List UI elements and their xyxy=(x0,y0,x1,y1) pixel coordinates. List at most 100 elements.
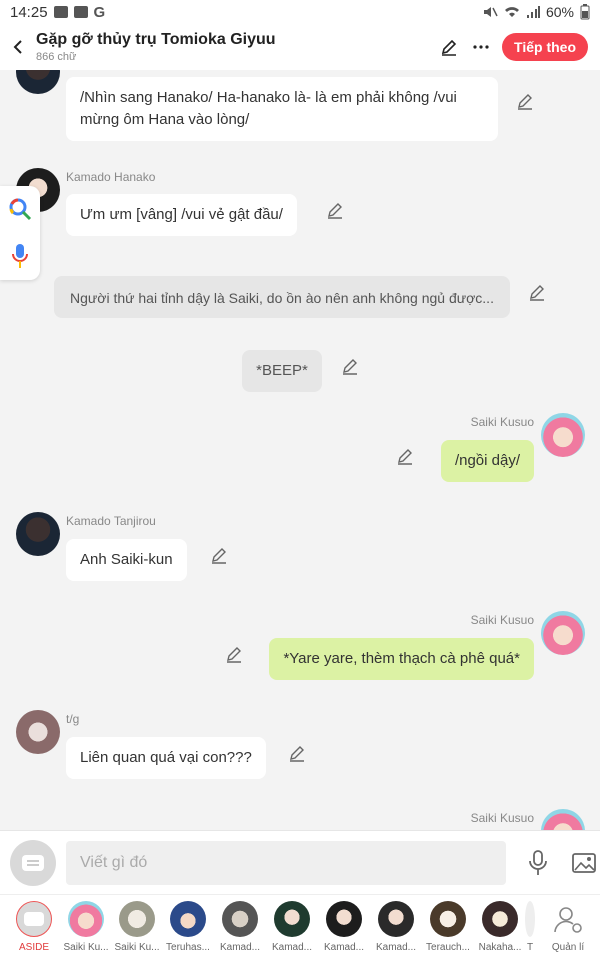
image-button[interactable] xyxy=(570,849,598,877)
avatar-tanjirou[interactable] xyxy=(16,512,60,556)
edit-icon[interactable] xyxy=(341,357,359,375)
message-text: *Yare yare, thèm thạch cà phê quá* xyxy=(283,650,520,667)
character-item[interactable]: Kamad... xyxy=(266,901,318,953)
character-avatar xyxy=(430,901,466,937)
message-bubble[interactable]: Liên quan quá vại con??? xyxy=(66,737,266,779)
word-count: 866 chữ xyxy=(36,51,77,63)
character-avatar xyxy=(525,901,535,937)
character-name: Terauch... xyxy=(426,942,470,953)
chat-area[interactable]: /Nhìn sang Hanako/ Ha-hanako là- là em p… xyxy=(0,70,600,830)
message-bubble[interactable]: /Nhìn sang Hanako/ Ha-hanako là- là em p… xyxy=(66,77,498,141)
edit-icon[interactable] xyxy=(225,645,243,663)
character-avatar xyxy=(326,901,362,937)
edit-icon[interactable] xyxy=(528,283,546,301)
narration-text: Người thứ hai tỉnh dậy là Saiki, do ồn à… xyxy=(70,290,494,306)
edit-icon[interactable] xyxy=(516,92,534,110)
input-bar xyxy=(0,830,600,894)
avatar-tanjirou[interactable] xyxy=(16,70,60,94)
character-bar: ASIDE Saiki Ku... Saiki Ku... Teruhas...… xyxy=(0,894,600,960)
battery-level: 60% xyxy=(545,4,574,20)
message-text: Ưm ưm [vâng] /vui vẻ gật đầu/ xyxy=(80,206,283,223)
character-item[interactable]: Saiki Ku... xyxy=(111,901,163,953)
sender-name: Saiki Kusuo xyxy=(470,613,534,627)
battery-icon xyxy=(580,4,590,20)
sender-name: Kamado Hanako xyxy=(66,170,156,184)
message-text: Anh Saiki-kun xyxy=(80,551,173,568)
character-name: Quản lí xyxy=(551,942,585,953)
character-name: Kamad... xyxy=(323,942,365,953)
image-icon xyxy=(572,852,596,873)
message-text: Liên quan quá vại con??? xyxy=(80,749,252,766)
character-avatar xyxy=(68,901,104,937)
message-bubble[interactable]: Anh Saiki-kun xyxy=(66,539,187,581)
microphone-icon xyxy=(529,849,547,875)
character-name: Kamad... xyxy=(271,942,313,953)
sender-name: Kamado Tanjirou xyxy=(66,514,156,528)
sender-name: Saiki Kusuo xyxy=(470,811,534,825)
character-name: Kamad... xyxy=(219,942,261,953)
message-text: /ngồi dậy/ xyxy=(454,452,520,469)
manage-user-icon xyxy=(554,907,582,933)
shop-notification-icon xyxy=(73,6,88,18)
gallery-notification-icon xyxy=(53,6,68,18)
character-avatar xyxy=(378,901,414,937)
message-text-line: /Nhìn sang Hanako/ Ha-hanako là- là em p… xyxy=(80,89,457,106)
sound-text: *BEEP* xyxy=(256,362,308,379)
chat-bubble-icon xyxy=(22,854,44,871)
avatar-saiki[interactable] xyxy=(541,413,585,457)
character-item[interactable]: Terauch... xyxy=(422,901,474,953)
message-input[interactable] xyxy=(66,840,506,885)
microphone-icon[interactable] xyxy=(10,243,30,269)
character-item[interactable]: Kamad... xyxy=(370,901,422,953)
character-avatar xyxy=(170,901,206,937)
edit-icon[interactable] xyxy=(210,546,228,564)
edit-icon[interactable] xyxy=(396,447,414,465)
character-item[interactable]: Kamad... xyxy=(214,901,266,953)
message-bubble[interactable]: *Yare yare, thèm thạch cà phê quá* xyxy=(269,638,534,680)
character-item[interactable]: Saiki Ku... xyxy=(60,901,112,953)
more-icon xyxy=(473,45,489,49)
edit-title-button[interactable] xyxy=(438,36,460,58)
avatar-saiki[interactable] xyxy=(541,809,585,830)
header: Gặp gỡ thủy trụ Tomioka Giyuu 866 chữ Ti… xyxy=(0,24,600,70)
chat-bubble-icon xyxy=(24,912,44,926)
wifi-icon xyxy=(504,7,519,17)
edit-icon[interactable] xyxy=(288,744,306,762)
character-item[interactable]: Teruhas... xyxy=(162,901,214,953)
title-wrap: Gặp gỡ thủy trụ Tomioka Giyuu 866 chữ xyxy=(36,31,276,63)
back-button[interactable] xyxy=(0,24,36,70)
story-title: Gặp gỡ thủy trụ Tomioka Giyuu xyxy=(36,31,276,48)
manage-characters-button[interactable]: Quản lí xyxy=(542,901,594,953)
character-name: Saiki Ku... xyxy=(63,942,109,953)
character-name: T xyxy=(526,942,534,953)
message-bubble[interactable]: /ngồi dậy/ xyxy=(440,440,534,482)
character-name: Nakaha... xyxy=(478,942,522,953)
character-name: Kamad... xyxy=(375,942,417,953)
header-actions: Tiếp theo xyxy=(438,33,600,61)
character-item[interactable]: Kamad... xyxy=(318,901,370,953)
google-search-widget[interactable] xyxy=(0,186,40,280)
edit-icon[interactable] xyxy=(326,201,344,219)
character-avatar xyxy=(119,901,155,937)
character-aside[interactable]: ASIDE xyxy=(8,901,60,953)
back-arrow-icon xyxy=(13,40,22,54)
aside-avatar xyxy=(16,901,52,937)
character-name: Teruhas... xyxy=(166,942,210,953)
message-bubble[interactable]: Ưm ưm [vâng] /vui vẻ gật đầu/ xyxy=(66,194,297,236)
mute-icon xyxy=(483,7,498,17)
google-search-icon[interactable] xyxy=(8,197,32,221)
sound-bubble[interactable]: *BEEP* xyxy=(242,350,322,392)
next-button[interactable]: Tiếp theo xyxy=(502,33,588,61)
avatar-saiki[interactable] xyxy=(541,611,585,655)
character-avatar xyxy=(482,901,518,937)
aside-toggle-button[interactable] xyxy=(10,839,56,886)
google-notification-icon: G xyxy=(93,3,106,21)
more-button[interactable] xyxy=(470,36,492,58)
avatar-author[interactable] xyxy=(16,710,60,754)
status-bar: 14:25 G 60% xyxy=(0,0,600,24)
voice-input-button[interactable] xyxy=(524,849,552,877)
character-name: Saiki Ku... xyxy=(114,942,160,953)
narration-bubble[interactable]: Người thứ hai tỉnh dậy là Saiki, do ồn à… xyxy=(54,276,510,318)
character-item[interactable]: T xyxy=(518,901,542,953)
sender-name: t/g xyxy=(66,712,80,726)
